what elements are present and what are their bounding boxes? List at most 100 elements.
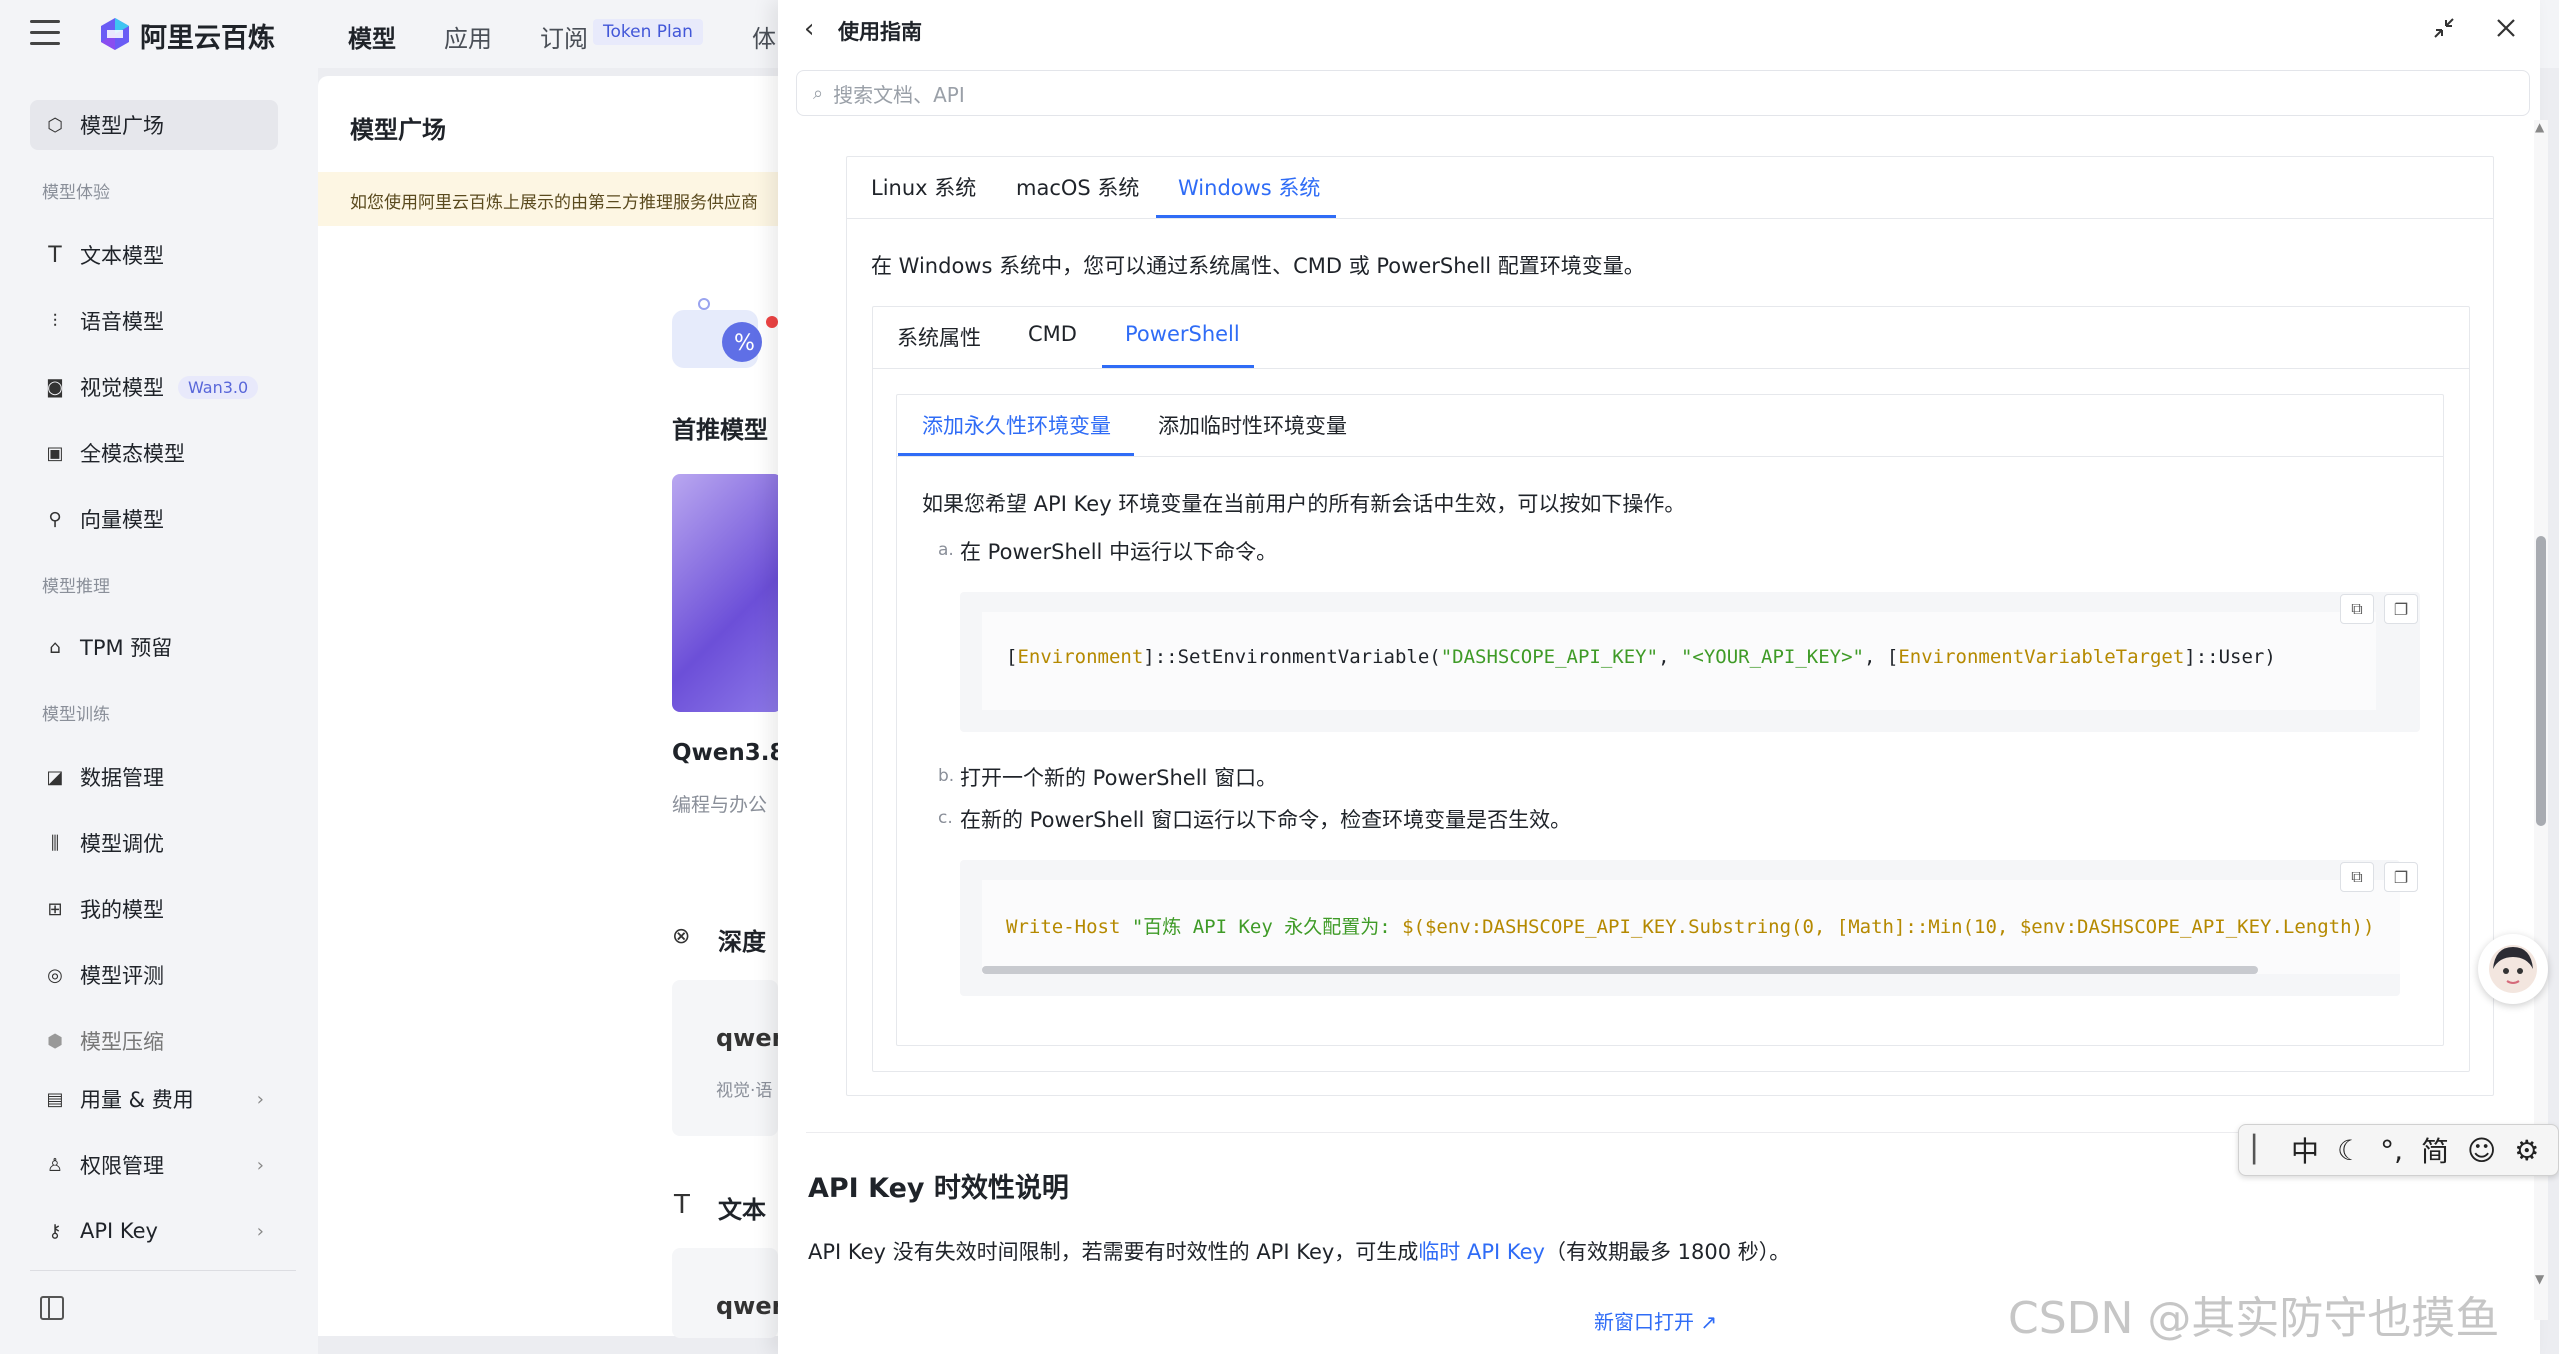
sidebar-item-tpm[interactable]: ⌂ TPM 预留 (30, 622, 278, 672)
sidebar-item-text-model[interactable]: T 文本模型 (30, 230, 278, 280)
temporary-apikey-link[interactable]: 临时 API Key (1418, 1240, 1545, 1264)
sidebar-item-data[interactable]: ◪ 数据管理 (30, 752, 278, 802)
bag-icon: ▤ (46, 1088, 64, 1110)
sidebar-item-compress[interactable]: ⬢ 模型压缩 (30, 1016, 278, 1066)
media-icon: ▣ (46, 442, 64, 464)
bailian-logo-icon (101, 18, 129, 50)
chevron-right-icon: › (256, 1088, 264, 1110)
sidebar-item-vector-model[interactable]: ⚲ 向量模型 (30, 494, 278, 544)
scope-tabs-divider (897, 456, 2443, 457)
code-scrollbar[interactable] (982, 966, 2258, 974)
code-token: Environment (1017, 646, 1144, 668)
chart-icon: ◪ (46, 766, 64, 788)
sidebar-item-label: 模型压缩 (80, 1030, 164, 1054)
copy-alt-icon[interactable]: ⧉ (2340, 594, 2374, 624)
ime-simplified[interactable]: 简 (2421, 1130, 2449, 1170)
code-block-check-env[interactable]: Write-Host "百炼 API Key 永久配置为: $($env:DAS… (960, 860, 2400, 996)
model-card-title[interactable]: Qwen3.8 (672, 740, 786, 766)
tab-cmd[interactable]: CMD (1028, 322, 1077, 346)
step-a-text: 在 PowerShell 中运行以下命令。 (960, 540, 1278, 564)
moon-icon[interactable]: ☾ (2337, 1134, 2362, 1167)
code-token: , [ (1863, 646, 1899, 668)
punctuation-icon[interactable]: °, (2380, 1134, 2403, 1167)
step-b-marker: b. (938, 766, 955, 786)
topnav-app[interactable]: 应用 (444, 19, 492, 54)
step-c-text: 在新的 PowerShell 窗口运行以下命令，检查环境变量是否生效。 (960, 808, 1572, 832)
emoji-icon[interactable]: ☺ (2467, 1134, 2496, 1167)
tab-system-properties[interactable]: 系统属性 (897, 322, 981, 352)
grid-icon: ⊞ (47, 898, 63, 920)
topnav-subscription[interactable]: 订阅 (540, 19, 588, 54)
open-new-window-link[interactable]: 新窗口打开 ↗ (1594, 1306, 1717, 1335)
discount-illustration-icon: % (672, 298, 778, 368)
scroll-up-icon[interactable]: ▲ (2535, 120, 2544, 134)
tab-powershell[interactable]: PowerShell (1125, 322, 1240, 346)
apikey-validity-heading: API Key 时效性说明 (808, 1173, 1069, 1204)
apikey-text-post: （有效期最多 1800 秒）。 (1544, 1240, 1791, 1264)
tab-permanent-env[interactable]: 添加永久性环境变量 (922, 410, 1111, 440)
close-icon[interactable] (2494, 16, 2518, 40)
sidebar-item-label: 视觉模型 (80, 376, 164, 400)
menu-icon[interactable] (30, 20, 60, 46)
tab-macos[interactable]: macOS 系统 (1016, 172, 1139, 202)
waveform-icon: ⫶ (52, 310, 58, 332)
sidebar-item-label: API Key (80, 1219, 158, 1243)
sidebar-item-tune[interactable]: ⫼ 模型调优 (30, 818, 278, 868)
box-icon: ⬢ (47, 1030, 63, 1052)
settings-gear-icon[interactable]: ⚙ (2514, 1134, 2539, 1167)
tab-windows[interactable]: Windows 系统 (1178, 172, 1320, 202)
tab-linux[interactable]: Linux 系统 (871, 172, 976, 202)
sidebar-item-model-plaza[interactable]: ⬡ 模型广场 (30, 100, 278, 150)
topnav-model[interactable]: 模型 (348, 19, 396, 54)
chevron-right-icon: › (256, 1220, 264, 1242)
section-model-experience: 模型体验 (42, 183, 110, 203)
code-block-set-env[interactable]: [Environment]::SetEnvironmentVariable("D… (960, 592, 2420, 732)
tab-temporary-env[interactable]: 添加临时性环境变量 (1158, 410, 1347, 440)
code-token: $($env:DASHSCOPE_API_KEY.Substring(0, [M… (1402, 916, 2375, 938)
code-token: "<YOUR_API_KEY>" (1680, 646, 1864, 668)
step-b-text: 打开一个新的 PowerShell 窗口。 (960, 766, 1278, 790)
sidebar-item-label: 模型评测 (80, 964, 164, 988)
model-card-image[interactable] (672, 474, 782, 712)
code-token: "百炼 API Key 永久配置为: (1120, 916, 1403, 938)
sidebar-item-label: 数据管理 (80, 766, 164, 790)
camera-icon: ◙ (46, 376, 64, 398)
sidebar-item-usage[interactable]: ▤ 用量 & 费用 › (30, 1074, 278, 1124)
notice-banner: 如您使用阿里云百炼上展示的由第三方推理服务供应商 (318, 172, 778, 226)
section-text: 文本 (718, 1196, 766, 1224)
scroll-down-icon[interactable]: ▼ (2535, 1272, 2544, 1286)
sidebar-item-label: 用量 & 费用 (80, 1088, 194, 1112)
ime-chinese-mode[interactable]: 中 (2291, 1130, 2319, 1170)
sidebar-item-api-key[interactable]: ⚷ API Key › (30, 1206, 278, 1256)
topnav-experience[interactable]: 体 (752, 19, 776, 54)
section-deep: 深度 (718, 928, 766, 956)
collapse-sidebar-icon[interactable] (40, 1296, 64, 1320)
sidebar-item-vision-model[interactable]: ◙ 视觉模型 Wan3.0 (30, 362, 278, 412)
search-input[interactable]: ⌕ 搜索文档、API (796, 70, 2530, 116)
model-card[interactable] (672, 980, 778, 1136)
panel-scrollbar-thumb[interactable] (2536, 536, 2546, 826)
method-tabs-divider (873, 368, 2469, 369)
ime-toolbar: ▏ 中 ☾ °, 简 ☺ ⚙ (2238, 1124, 2559, 1176)
cube-icon: ⬡ (47, 114, 63, 136)
sidebar-item-label: 模型调优 (80, 832, 164, 856)
ime-handle-icon[interactable]: ▏ (2253, 1135, 2273, 1165)
sidebar-item-eval[interactable]: ◎ 模型评测 (30, 950, 278, 1000)
copy-icon[interactable]: ❐ (2384, 862, 2418, 892)
sidebar-item-my-models[interactable]: ⊞ 我的模型 (30, 884, 278, 934)
sidebar-item-omni-model[interactable]: ▣ 全模态模型 (30, 428, 278, 478)
back-icon[interactable]: ‹ (804, 14, 814, 44)
tab-active-indicator (1102, 365, 1254, 368)
panel-title: 使用指南 (838, 20, 922, 44)
vector-icon: ⚲ (48, 508, 62, 530)
sidebar-item-voice-model[interactable]: ⫶ 语音模型 (30, 296, 278, 346)
minimize-icon[interactable] (2432, 16, 2456, 40)
copy-alt-icon[interactable]: ⧉ (2340, 862, 2374, 892)
copy-icon[interactable]: ❐ (2384, 594, 2418, 624)
inbox-icon: ⌂ (49, 636, 61, 658)
sidebar-item-permissions[interactable]: ♙ 权限管理 › (30, 1140, 278, 1190)
sidebar-item-label: 向量模型 (80, 508, 164, 532)
code-token: [ (1006, 646, 1018, 668)
token-plan-badge[interactable]: Token Plan (593, 19, 703, 45)
assistant-avatar[interactable] (2478, 934, 2548, 1004)
